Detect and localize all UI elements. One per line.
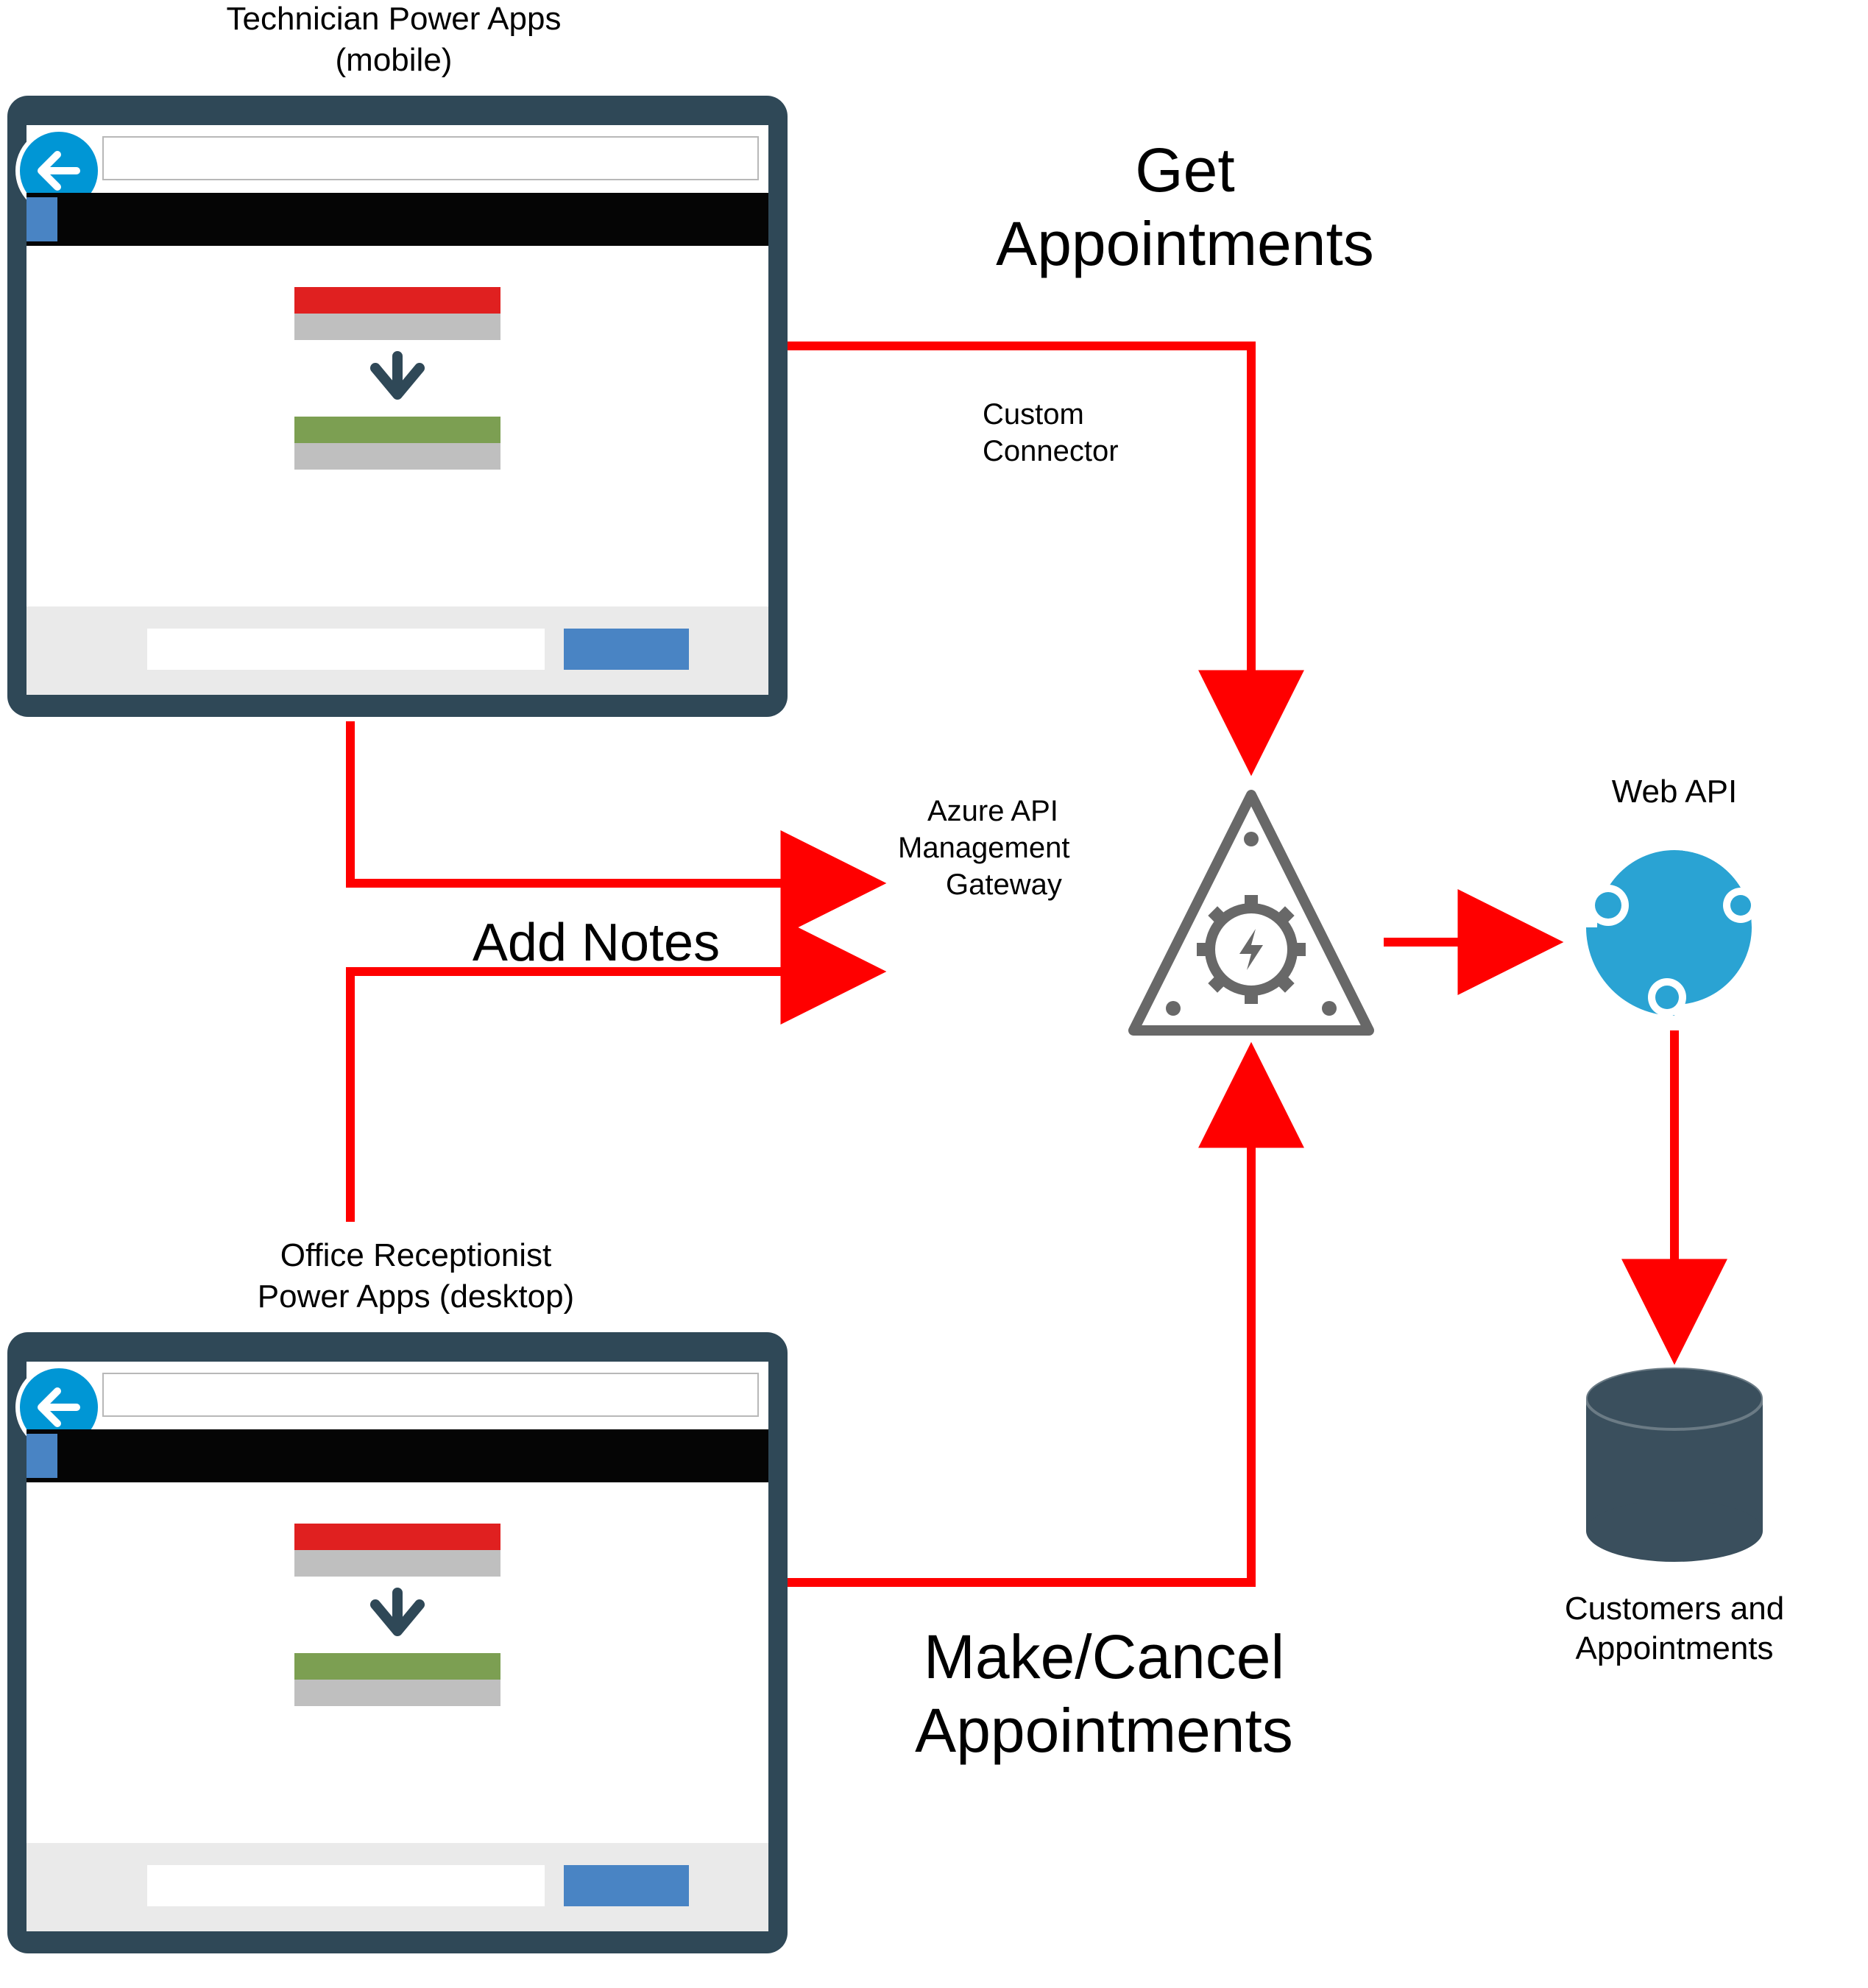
database-label: Customers and Appointments — [1565, 1591, 1784, 1666]
technician-label-line1: Technician Power Apps — [227, 1, 562, 37]
custom-connector-label: Custom Connector — [983, 398, 1119, 467]
technician-label: Technician Power Apps (mobile) — [227, 1, 562, 78]
web-api-label: Web API — [1612, 774, 1737, 810]
arrow-make-cancel — [788, 1053, 1251, 1582]
svg-text:Appointments: Appointments — [915, 1696, 1293, 1765]
web-api-icon — [1586, 839, 1763, 1016]
receptionist-label-line2: Power Apps (desktop) — [258, 1278, 574, 1315]
svg-text:Appointments: Appointments — [1575, 1630, 1773, 1666]
receptionist-label: Office Receptionist Power Apps (desktop) — [258, 1237, 574, 1315]
svg-text:Gateway: Gateway — [946, 869, 1062, 901]
svg-text:Make/Cancel: Make/Cancel — [924, 1622, 1284, 1691]
receptionist-app-mockup — [7, 1332, 788, 1953]
arrow-add-notes-top — [350, 721, 876, 883]
svg-text:Customers and: Customers and — [1565, 1591, 1784, 1627]
svg-text:Connector: Connector — [983, 435, 1119, 467]
receptionist-label-line1: Office Receptionist — [280, 1237, 551, 1273]
add-notes-label: Add Notes — [473, 913, 720, 972]
get-appointments-label: Get Appointments — [996, 135, 1374, 278]
svg-text:Azure API: Azure API — [927, 795, 1058, 827]
api-gateway-icon — [1133, 795, 1509, 1075]
database-icon — [1586, 1368, 1763, 1562]
svg-text:Custom: Custom — [983, 398, 1084, 431]
technician-label-line2: (mobile) — [336, 42, 453, 78]
technician-app-mockup — [7, 96, 788, 717]
svg-text:Get: Get — [1135, 135, 1234, 205]
svg-text:Management: Management — [898, 832, 1069, 864]
arrow-add-notes-bottom — [350, 972, 876, 1222]
gateway-label: Azure API Management Gateway — [898, 795, 1069, 901]
svg-text:Appointments: Appointments — [996, 209, 1374, 278]
make-cancel-label: Make/Cancel Appointments — [915, 1622, 1293, 1765]
